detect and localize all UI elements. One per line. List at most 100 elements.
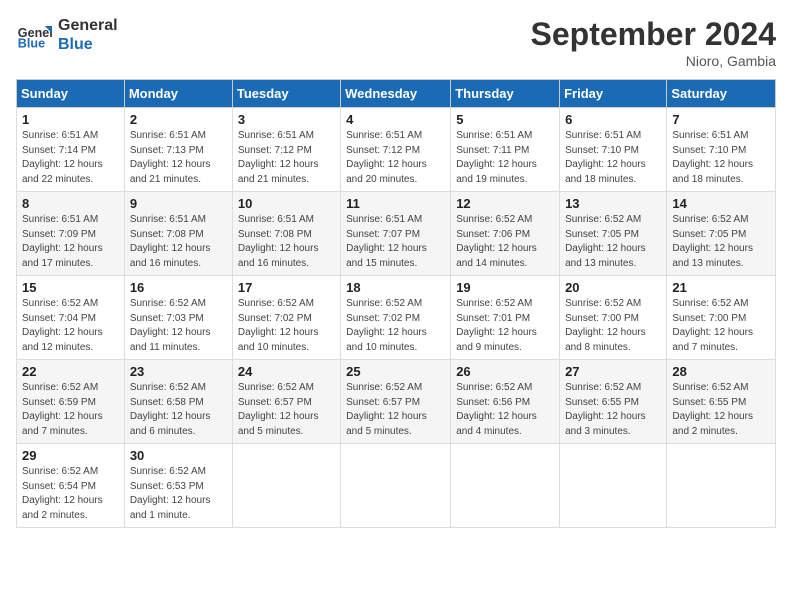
- calendar-cell: 27 Sunrise: 6:52 AM Sunset: 6:55 PM Dayli…: [560, 360, 667, 444]
- day-number: 6: [565, 112, 661, 127]
- calendar-cell: 26Sunrise: 6:52 AM Sunset: 6:56 PM Dayli…: [451, 360, 560, 444]
- calendar-cell: 3 Sunrise: 6:51 AM Sunset: 7:12 PM Daylig…: [232, 108, 340, 192]
- day-info: Sunrise: 6:52 AM Sunset: 6:59 PM Dayligh…: [22, 382, 103, 437]
- calendar-cell: 12 Sunrise: 6:52 AM Sunset: 7:06 PM Dayli…: [451, 192, 560, 276]
- calendar-cell: 22 Sunrise: 6:52 AM Sunset: 6:59 PM Dayli…: [17, 360, 125, 444]
- calendar-cell: 11 Sunrise: 6:51 AM Sunset: 7:07 PM Dayli…: [341, 192, 451, 276]
- calendar-cell: 7 Sunrise: 6:51 AM Sunset: 7:10 PM Daylig…: [667, 108, 776, 192]
- day-number: 22: [22, 364, 119, 379]
- day-info: Sunrise: 6:52 AM Sunset: 7:03 PM Dayligh…: [130, 298, 211, 353]
- day-info: Sunrise: 6:51 AM Sunset: 7:11 PM Dayligh…: [456, 130, 537, 185]
- location: Nioro, Gambia: [531, 53, 776, 69]
- day-number: 26: [456, 364, 554, 379]
- day-number: 18: [346, 280, 445, 295]
- calendar-cell: 4 Sunrise: 6:51 AM Sunset: 7:12 PM Daylig…: [341, 108, 451, 192]
- logo: General Blue General Blue: [16, 16, 118, 54]
- day-info: Sunrise: 6:51 AM Sunset: 7:08 PM Dayligh…: [130, 214, 211, 269]
- day-info: Sunrise: 6:52 AM Sunset: 6:55 PM Dayligh…: [565, 382, 646, 437]
- day-info: Sunrise: 6:51 AM Sunset: 7:10 PM Dayligh…: [672, 130, 753, 185]
- day-number: 10: [238, 196, 335, 211]
- logo-text-general: General: [58, 16, 118, 35]
- day-number: 11: [346, 196, 445, 211]
- weekday-header: Wednesday: [341, 80, 451, 108]
- day-info: Sunrise: 6:51 AM Sunset: 7:07 PM Dayligh…: [346, 214, 427, 269]
- day-info: Sunrise: 6:52 AM Sunset: 7:02 PM Dayligh…: [238, 298, 319, 353]
- calendar-header: SundayMondayTuesdayWednesdayThursdayFrid…: [17, 80, 776, 108]
- calendar-cell: 28 Sunrise: 6:52 AM Sunset: 6:55 PM Dayli…: [667, 360, 776, 444]
- day-number: 24: [238, 364, 335, 379]
- day-info: Sunrise: 6:52 AM Sunset: 6:57 PM Dayligh…: [346, 382, 427, 437]
- calendar-cell: 9Sunrise: 6:51 AM Sunset: 7:08 PM Daylig…: [124, 192, 232, 276]
- day-number: 28: [672, 364, 770, 379]
- calendar-cell: 16 Sunrise: 6:52 AM Sunset: 7:03 PM Dayli…: [124, 276, 232, 360]
- day-info: Sunrise: 6:52 AM Sunset: 7:06 PM Dayligh…: [456, 214, 537, 269]
- day-info: Sunrise: 6:52 AM Sunset: 7:00 PM Dayligh…: [672, 298, 753, 353]
- day-info: Sunrise: 6:51 AM Sunset: 7:12 PM Dayligh…: [238, 130, 319, 185]
- day-number: 25: [346, 364, 445, 379]
- weekday-header: Friday: [560, 80, 667, 108]
- page-header: General Blue General Blue September 2024…: [16, 16, 776, 69]
- logo-text-blue: Blue: [58, 35, 118, 54]
- day-info: Sunrise: 6:52 AM Sunset: 7:05 PM Dayligh…: [672, 214, 753, 269]
- day-info: Sunrise: 6:52 AM Sunset: 7:05 PM Dayligh…: [565, 214, 646, 269]
- day-info: Sunrise: 6:52 AM Sunset: 6:54 PM Dayligh…: [22, 466, 103, 521]
- day-number: 12: [456, 196, 554, 211]
- calendar-cell: [232, 444, 340, 528]
- calendar-cell: 15 Sunrise: 6:52 AM Sunset: 7:04 PM Dayli…: [17, 276, 125, 360]
- calendar-cell: 18 Sunrise: 6:52 AM Sunset: 7:02 PM Dayli…: [341, 276, 451, 360]
- calendar-cell: 29Sunrise: 6:52 AM Sunset: 6:54 PM Dayli…: [17, 444, 125, 528]
- calendar-cell: 13Sunrise: 6:52 AM Sunset: 7:05 PM Dayli…: [560, 192, 667, 276]
- day-info: Sunrise: 6:52 AM Sunset: 6:58 PM Dayligh…: [130, 382, 211, 437]
- svg-text:Blue: Blue: [18, 37, 45, 51]
- day-info: Sunrise: 6:51 AM Sunset: 7:12 PM Dayligh…: [346, 130, 427, 185]
- day-number: 1: [22, 112, 119, 127]
- calendar-cell: 23 Sunrise: 6:52 AM Sunset: 6:58 PM Dayli…: [124, 360, 232, 444]
- calendar-cell: 10 Sunrise: 6:51 AM Sunset: 7:08 PM Dayli…: [232, 192, 340, 276]
- day-info: Sunrise: 6:52 AM Sunset: 6:53 PM Dayligh…: [130, 466, 211, 521]
- day-info: Sunrise: 6:51 AM Sunset: 7:14 PM Dayligh…: [22, 130, 103, 185]
- calendar-cell: 8Sunrise: 6:51 AM Sunset: 7:09 PM Daylig…: [17, 192, 125, 276]
- day-info: Sunrise: 6:52 AM Sunset: 7:02 PM Dayligh…: [346, 298, 427, 353]
- calendar-cell: 30 Sunrise: 6:52 AM Sunset: 6:53 PM Dayli…: [124, 444, 232, 528]
- logo-icon: General Blue: [16, 17, 52, 53]
- weekday-header: Thursday: [451, 80, 560, 108]
- calendar-cell: [341, 444, 451, 528]
- day-number: 14: [672, 196, 770, 211]
- calendar-cell: 2 Sunrise: 6:51 AM Sunset: 7:13 PM Daylig…: [124, 108, 232, 192]
- calendar-cell: 21Sunrise: 6:52 AM Sunset: 7:00 PM Dayli…: [667, 276, 776, 360]
- month-title: September 2024: [531, 16, 776, 53]
- day-number: 3: [238, 112, 335, 127]
- day-info: Sunrise: 6:51 AM Sunset: 7:10 PM Dayligh…: [565, 130, 646, 185]
- calendar-cell: 19 Sunrise: 6:52 AM Sunset: 7:01 PM Dayli…: [451, 276, 560, 360]
- calendar-cell: 17 Sunrise: 6:52 AM Sunset: 7:02 PM Dayli…: [232, 276, 340, 360]
- day-number: 20: [565, 280, 661, 295]
- day-info: Sunrise: 6:51 AM Sunset: 7:13 PM Dayligh…: [130, 130, 211, 185]
- calendar-cell: 25 Sunrise: 6:52 AM Sunset: 6:57 PM Dayli…: [341, 360, 451, 444]
- day-number: 8: [22, 196, 119, 211]
- calendar-cell: 20 Sunrise: 6:52 AM Sunset: 7:00 PM Dayli…: [560, 276, 667, 360]
- day-info: Sunrise: 6:52 AM Sunset: 6:57 PM Dayligh…: [238, 382, 319, 437]
- calendar-cell: 14 Sunrise: 6:52 AM Sunset: 7:05 PM Dayli…: [667, 192, 776, 276]
- day-number: 23: [130, 364, 227, 379]
- day-number: 4: [346, 112, 445, 127]
- day-number: 15: [22, 280, 119, 295]
- day-number: 30: [130, 448, 227, 463]
- day-number: 17: [238, 280, 335, 295]
- day-info: Sunrise: 6:52 AM Sunset: 6:55 PM Dayligh…: [672, 382, 753, 437]
- day-info: Sunrise: 6:52 AM Sunset: 7:04 PM Dayligh…: [22, 298, 103, 353]
- day-info: Sunrise: 6:51 AM Sunset: 7:08 PM Dayligh…: [238, 214, 319, 269]
- calendar-cell: 24 Sunrise: 6:52 AM Sunset: 6:57 PM Dayli…: [232, 360, 340, 444]
- weekday-header: Sunday: [17, 80, 125, 108]
- day-number: 16: [130, 280, 227, 295]
- day-number: 7: [672, 112, 770, 127]
- day-number: 19: [456, 280, 554, 295]
- calendar-cell: 1 Sunrise: 6:51 AM Sunset: 7:14 PM Daylig…: [17, 108, 125, 192]
- day-info: Sunrise: 6:52 AM Sunset: 7:01 PM Dayligh…: [456, 298, 537, 353]
- weekday-header: Tuesday: [232, 80, 340, 108]
- day-number: 27: [565, 364, 661, 379]
- weekday-header: Saturday: [667, 80, 776, 108]
- calendar-cell: [667, 444, 776, 528]
- day-number: 2: [130, 112, 227, 127]
- day-info: Sunrise: 6:52 AM Sunset: 7:00 PM Dayligh…: [565, 298, 646, 353]
- calendar-cell: [560, 444, 667, 528]
